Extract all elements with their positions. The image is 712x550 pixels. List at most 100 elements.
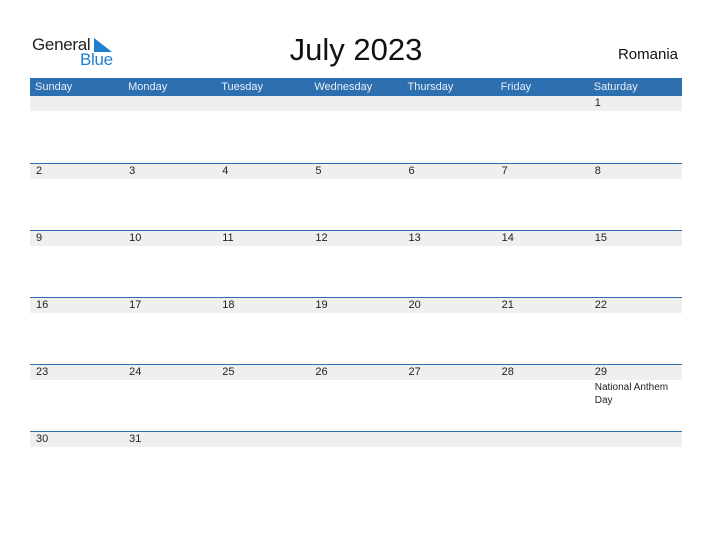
day-number: 24 bbox=[129, 366, 142, 378]
day-number: 18 bbox=[222, 299, 235, 311]
day-cell: 1 bbox=[589, 96, 682, 112]
weekday-saturday: Saturday bbox=[593, 81, 638, 93]
day-cell bbox=[216, 432, 309, 448]
week-row: 30 31 bbox=[30, 431, 682, 498]
calendar-title: July 2023 bbox=[289, 32, 423, 67]
day-cell: 5 bbox=[309, 164, 402, 180]
day-number bbox=[502, 432, 589, 447]
day-cell: 6 bbox=[403, 164, 496, 180]
day-number bbox=[315, 432, 402, 447]
day-cell bbox=[309, 432, 402, 448]
day-number: 6 bbox=[408, 165, 415, 177]
day-number: 26 bbox=[315, 366, 328, 378]
day-cell: 15 bbox=[589, 231, 682, 247]
weekday-thursday: Thursday bbox=[407, 81, 454, 93]
day-number: 5 bbox=[315, 165, 322, 177]
day-number: 15 bbox=[594, 232, 607, 244]
weeks-container: 1 2 3 4 5 6 7 8 9 10 11 12 13 14 15 16 17 18 19 20 21 22 23 24 2… bbox=[30, 96, 682, 498]
day-cell: 3 bbox=[123, 164, 216, 180]
day-cell: 8 bbox=[589, 164, 682, 180]
day-number: 2 bbox=[36, 165, 43, 177]
day-cell: 30 bbox=[30, 432, 123, 448]
day-cell bbox=[403, 96, 496, 112]
day-cell bbox=[589, 432, 682, 448]
week-cells: 1 bbox=[30, 96, 682, 112]
weekday-wednesday: Wednesday bbox=[314, 81, 373, 93]
week-row: 9 10 11 12 13 14 15 bbox=[30, 230, 682, 297]
day-cell: 4 bbox=[216, 164, 309, 180]
day-cell: 29 National Anthem Day bbox=[589, 365, 682, 407]
day-number: 17 bbox=[129, 299, 142, 311]
day-number bbox=[502, 96, 589, 111]
day-number: 22 bbox=[594, 299, 607, 311]
weekday-monday: Monday bbox=[128, 81, 168, 93]
day-cell: 28 bbox=[496, 365, 589, 407]
day-number bbox=[222, 432, 309, 447]
week-cells: 23 24 25 26 27 28 29 National Anthem Day bbox=[30, 365, 682, 407]
day-number: 20 bbox=[408, 299, 421, 311]
day-number: 16 bbox=[36, 299, 49, 311]
day-number: 19 bbox=[315, 299, 328, 311]
day-cell: 23 bbox=[30, 365, 123, 407]
weekday-header: Sunday Monday Tuesday Wednesday Thursday… bbox=[30, 78, 682, 96]
day-cell: 14 bbox=[496, 231, 589, 247]
calendar-grid: Sunday Monday Tuesday Wednesday Thursday… bbox=[30, 78, 682, 498]
day-cell: 26 bbox=[309, 365, 402, 407]
day-cell: 27 bbox=[403, 365, 496, 407]
day-cell: 10 bbox=[123, 231, 216, 247]
day-cell: 2 bbox=[30, 164, 123, 180]
week-cells: 9 10 11 12 13 14 15 bbox=[30, 231, 682, 247]
day-number: 9 bbox=[36, 232, 43, 244]
day-number: 13 bbox=[408, 232, 421, 244]
day-number: 10 bbox=[129, 232, 142, 244]
day-cell: 20 bbox=[403, 298, 496, 314]
day-number: 31 bbox=[129, 433, 142, 445]
day-cell: 17 bbox=[123, 298, 216, 314]
day-cell: 11 bbox=[216, 231, 309, 247]
day-cell: 7 bbox=[496, 164, 589, 180]
day-number: 21 bbox=[501, 299, 514, 311]
day-cell: 12 bbox=[309, 231, 402, 247]
day-number: 11 bbox=[222, 232, 234, 244]
day-number: 25 bbox=[222, 366, 235, 378]
day-cell: 13 bbox=[403, 231, 496, 247]
week-cells: 16 17 18 19 20 21 22 bbox=[30, 298, 682, 314]
weekday-sunday: Sunday bbox=[35, 81, 73, 93]
day-number bbox=[315, 96, 402, 111]
day-number: 30 bbox=[36, 433, 49, 445]
day-cell bbox=[403, 432, 496, 448]
day-cell: 25 bbox=[216, 365, 309, 407]
day-cell bbox=[309, 96, 402, 112]
day-cell bbox=[123, 96, 216, 112]
day-number bbox=[595, 432, 682, 447]
week-row: 23 24 25 26 27 28 29 National Anthem Day bbox=[30, 364, 682, 431]
day-number bbox=[129, 96, 216, 111]
day-number: 1 bbox=[594, 97, 601, 109]
day-number bbox=[409, 432, 496, 447]
weekday-friday: Friday bbox=[500, 81, 532, 93]
day-number: 29 bbox=[594, 366, 607, 378]
day-number: 3 bbox=[129, 165, 136, 177]
week-row: 2 3 4 5 6 7 8 bbox=[30, 163, 682, 230]
day-cell: 31 bbox=[123, 432, 216, 448]
day-number: 4 bbox=[222, 165, 229, 177]
day-number bbox=[409, 96, 496, 111]
day-number bbox=[36, 96, 123, 111]
day-cell: 21 bbox=[496, 298, 589, 314]
day-number: 7 bbox=[501, 165, 508, 177]
day-cell bbox=[216, 96, 309, 112]
weekday-tuesday: Tuesday bbox=[221, 81, 264, 93]
country-label: Romania bbox=[617, 46, 678, 63]
week-cells: 30 31 bbox=[30, 432, 682, 448]
week-row: 16 17 18 19 20 21 22 bbox=[30, 297, 682, 364]
holiday-event: National Anthem Day bbox=[594, 382, 669, 406]
day-cell: 22 bbox=[589, 298, 682, 314]
day-number: 27 bbox=[408, 366, 421, 378]
week-cells: 2 3 4 5 6 7 8 bbox=[30, 164, 682, 180]
day-cell: 19 bbox=[309, 298, 402, 314]
day-cell bbox=[30, 96, 123, 112]
day-cell: 18 bbox=[216, 298, 309, 314]
day-number: 14 bbox=[501, 232, 514, 244]
day-cell bbox=[496, 96, 589, 112]
week-row: 1 bbox=[30, 96, 682, 163]
